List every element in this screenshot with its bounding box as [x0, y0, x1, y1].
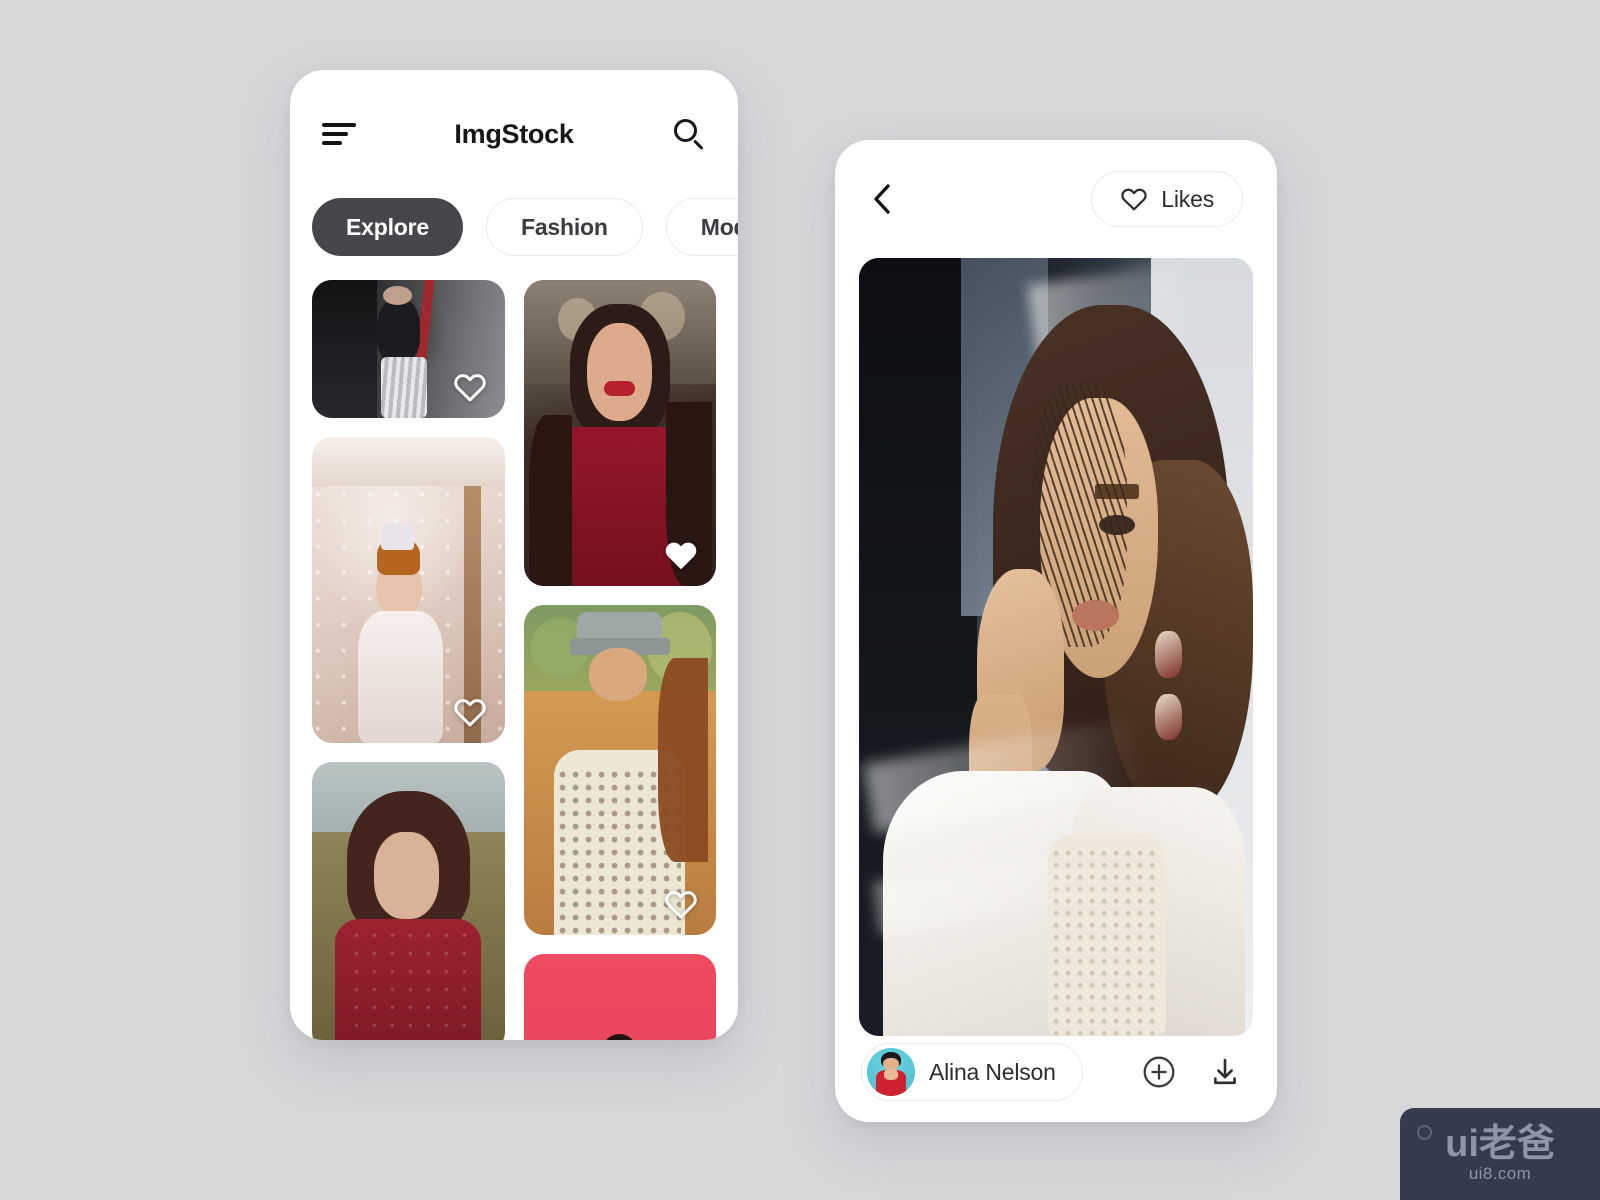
hero-photo[interactable] — [859, 258, 1253, 1036]
watermark-url: ui8.com — [1468, 1163, 1532, 1183]
author-name: Alina Nelson — [929, 1058, 1056, 1085]
watermark-title: ui老爸 — [1445, 1122, 1555, 1165]
photo-thumbnail — [312, 762, 505, 1040]
grid-column-left — [312, 280, 505, 1040]
category-tabs: Explore Fashion Models — [290, 198, 738, 256]
likes-button[interactable]: Likes — [1091, 171, 1243, 227]
footer-action-group — [1141, 1054, 1243, 1090]
plus-circle-icon[interactable] — [1141, 1054, 1177, 1090]
likes-button-label: Likes — [1161, 185, 1214, 212]
photo-card[interactable] — [312, 762, 505, 1040]
author-chip[interactable]: Alina Nelson — [861, 1043, 1083, 1101]
watermark-badge: ui老爸 ui8.com — [1400, 1108, 1600, 1200]
photo-card[interactable] — [523, 954, 716, 1040]
heart-outline-icon — [1120, 186, 1148, 212]
photo-thumbnail — [523, 954, 716, 1040]
tab-fashion[interactable]: Fashion — [485, 198, 643, 256]
page-title: ImgStock — [454, 118, 574, 149]
like-heart-icon[interactable] — [453, 696, 487, 727]
detail-footer: Alina Nelson — [835, 1036, 1277, 1122]
screenshot-stage: ImgStock Explore Fashion Models — [0, 0, 1600, 1200]
photo-card[interactable] — [312, 280, 505, 418]
hamburger-menu-icon[interactable] — [322, 123, 356, 145]
left-app-bar: ImgStock — [290, 70, 738, 198]
download-icon[interactable] — [1207, 1054, 1243, 1090]
chevron-left-icon[interactable] — [869, 181, 895, 217]
phone-screen-detail: Likes Alina Nelson — [835, 140, 1277, 1122]
detail-app-bar: Likes — [835, 140, 1277, 258]
grid-column-right — [523, 280, 716, 1040]
tab-explore[interactable]: Explore — [312, 198, 463, 256]
like-heart-icon[interactable] — [453, 371, 487, 402]
search-icon[interactable] — [672, 117, 706, 151]
avatar — [867, 1048, 915, 1096]
like-heart-icon[interactable] — [664, 888, 698, 919]
like-heart-icon-filled[interactable] — [664, 539, 698, 570]
phone-screen-explore: ImgStock Explore Fashion Models — [290, 70, 738, 1040]
photo-card[interactable] — [523, 280, 716, 586]
tab-models[interactable]: Models — [665, 198, 738, 256]
photo-card[interactable] — [312, 437, 505, 743]
watermark-dot-icon — [1417, 1125, 1432, 1140]
photo-thumbnail — [523, 605, 716, 935]
photo-card[interactable] — [523, 605, 716, 935]
hero-photo-image — [859, 258, 1253, 1036]
image-masonry-grid — [290, 280, 738, 1040]
